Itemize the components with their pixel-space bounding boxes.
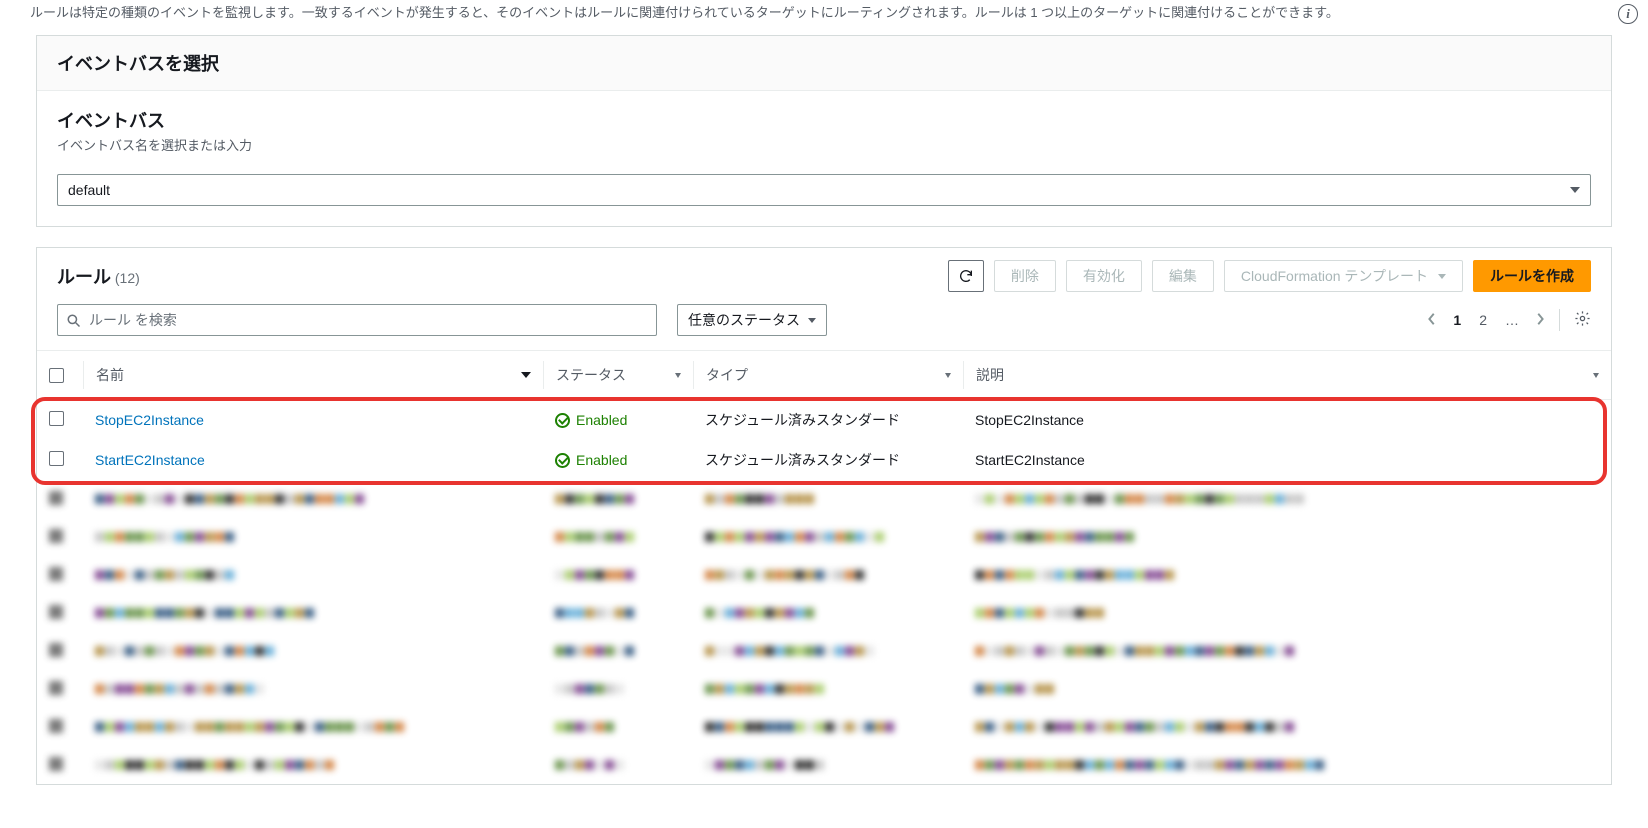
rule-name-link[interactable]: StartEC2Instance <box>95 452 205 468</box>
column-header-name[interactable]: 名前 <box>96 365 124 385</box>
sort-icon <box>945 373 951 378</box>
eventbus-panel-header: イベントバスを選択 <box>37 36 1611 90</box>
status-filter-label: 任意のステータス <box>688 310 800 330</box>
table-row-redacted <box>37 480 1611 518</box>
sort-icon <box>1593 373 1599 378</box>
table-row: StopEC2InstanceEnabledスケジュール済みスタンダードStop… <box>37 400 1611 441</box>
table-row: StartEC2InstanceEnabledスケジュール済みスタンダードSta… <box>37 440 1611 480</box>
search-input-wrapper <box>57 304 657 336</box>
table-row-redacted <box>37 556 1611 594</box>
pagination: 1 2 … <box>1427 309 1591 331</box>
table-row-redacted <box>37 670 1611 708</box>
settings-button[interactable] <box>1574 310 1591 330</box>
chevron-down-icon <box>1570 187 1580 193</box>
refresh-icon <box>958 268 974 284</box>
table-row-redacted <box>37 518 1611 556</box>
table-row-redacted <box>37 708 1611 746</box>
eventbus-panel: イベントバスを選択 イベントバス イベントバス名を選択または入力 default <box>36 35 1612 227</box>
status-badge: Enabled <box>555 452 627 468</box>
column-header-type[interactable]: タイプ <box>706 365 748 385</box>
info-icon[interactable]: i <box>1618 4 1638 24</box>
pagination-ellipsis: … <box>1503 312 1521 328</box>
chevron-down-icon <box>808 318 816 323</box>
enable-button[interactable]: 有効化 <box>1066 260 1142 292</box>
status-filter[interactable]: 任意のステータス <box>677 304 827 336</box>
refresh-button[interactable] <box>948 260 984 292</box>
column-header-status[interactable]: ステータス <box>556 365 626 385</box>
rules-count: (12) <box>115 270 140 286</box>
page-description: ルールは特定の種類のイベントを監視します。一致するイベントが発生すると、そのイベ… <box>8 0 1640 27</box>
pagination-next[interactable] <box>1535 312 1545 329</box>
pagination-page-1[interactable]: 1 <box>1451 312 1463 328</box>
eventbus-selected-value: default <box>68 182 110 198</box>
eventbus-select[interactable]: default <box>57 174 1591 206</box>
column-header-description[interactable]: 説明 <box>976 365 1004 385</box>
table-row-redacted <box>37 594 1611 632</box>
eventbus-label: イベントバス <box>57 107 1591 133</box>
table-row-redacted <box>37 746 1611 784</box>
delete-button[interactable]: 削除 <box>994 260 1056 292</box>
create-rule-button[interactable]: ルールを作成 <box>1473 260 1591 292</box>
select-all-checkbox[interactable] <box>49 368 64 383</box>
rules-panel: ルール (12) 削除 有効化 編集 CloudFormation テンプレート… <box>36 247 1612 785</box>
rule-type: スケジュール済みスタンダード <box>693 440 963 480</box>
rule-description: StartEC2Instance <box>963 440 1611 480</box>
row-checkbox[interactable] <box>49 411 64 426</box>
check-circle-icon <box>555 413 570 428</box>
table-row-redacted <box>37 632 1611 670</box>
cf-template-label: CloudFormation テンプレート <box>1241 266 1428 286</box>
rules-table: 名前 ステータス タイプ 説明 <box>37 351 1611 784</box>
search-icon <box>66 313 81 328</box>
sort-icon <box>521 372 531 378</box>
row-checkbox[interactable] <box>49 451 64 466</box>
divider <box>1559 309 1560 331</box>
search-input[interactable] <box>89 312 648 328</box>
rules-title: ルール <box>57 267 111 287</box>
cloudformation-template-button[interactable]: CloudFormation テンプレート <box>1224 260 1463 292</box>
pagination-page-2[interactable]: 2 <box>1477 312 1489 328</box>
rule-description: StopEC2Instance <box>963 400 1611 441</box>
edit-button[interactable]: 編集 <box>1152 260 1214 292</box>
pagination-prev[interactable] <box>1427 312 1437 329</box>
check-circle-icon <box>555 453 570 468</box>
rule-type: スケジュール済みスタンダード <box>693 400 963 441</box>
chevron-down-icon <box>1438 274 1446 279</box>
gear-icon <box>1574 310 1591 327</box>
sort-icon <box>675 373 681 378</box>
status-badge: Enabled <box>555 412 627 428</box>
rule-name-link[interactable]: StopEC2Instance <box>95 412 204 428</box>
eventbus-hint: イベントバス名を選択または入力 <box>57 135 1591 154</box>
